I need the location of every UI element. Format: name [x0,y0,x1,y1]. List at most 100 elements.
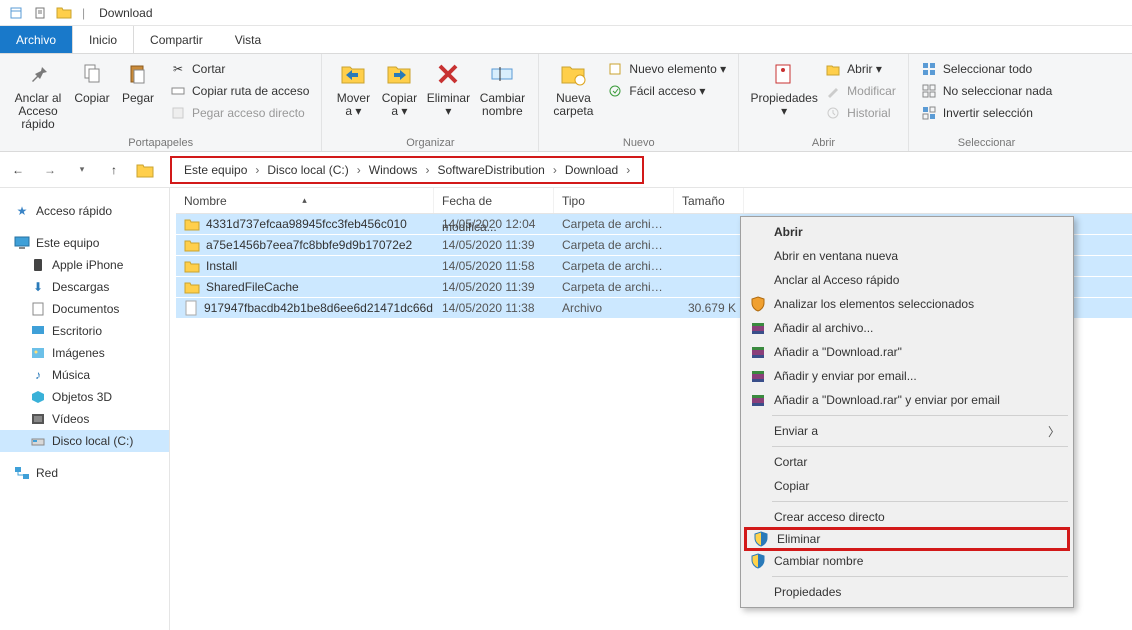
cell-name: SharedFileCache [176,279,434,295]
cm-pin-quick[interactable]: Anclar al Acceso rápido [744,268,1070,292]
chevron-right-icon[interactable]: › [353,163,365,177]
chevron-right-icon: 〉 [1048,423,1060,440]
cm-delete[interactable]: Eliminar [744,527,1070,551]
sidebar-item-downloads[interactable]: ⬇Descargas [0,276,169,298]
tab-view[interactable]: Vista [219,26,277,53]
sidebar-item-3d[interactable]: Objetos 3D [0,386,169,408]
cell-date: 14/05/2020 11:39 [434,280,554,294]
col-name[interactable]: ▴Nombre [176,188,434,213]
crumb-windows[interactable]: Windows [365,163,422,177]
sidebar-item-images[interactable]: Imágenes [0,342,169,364]
cm-add-email[interactable]: Añadir y enviar por email... [744,364,1070,388]
sidebar-item-documents[interactable]: Documentos [0,298,169,320]
chevron-right-icon[interactable]: › [251,163,263,177]
properties-button[interactable]: Propiedades ▾ [747,58,821,118]
move-to-button[interactable]: Mover a ▾ [330,58,376,118]
crumb-sd[interactable]: SoftwareDistribution [433,163,548,177]
cut-button[interactable]: ✂Cortar [166,58,313,80]
col-date[interactable]: Fecha de modifica... [434,188,554,213]
tab-share[interactable]: Compartir [134,26,219,53]
tab-home[interactable]: Inicio [72,26,134,53]
sidebar-item-desktop[interactable]: Escritorio [0,320,169,342]
app-system-icon[interactable] [8,5,24,21]
winrar-icon [749,319,767,337]
crumb-thispc[interactable]: Este equipo [180,163,251,177]
chevron-right-icon[interactable]: › [421,163,433,177]
sidebar-item-iphone[interactable]: Apple iPhone [0,254,169,276]
sidebar-network[interactable]: Red [0,462,169,484]
open-group-label: Abrir [747,135,900,149]
copy-to-button[interactable]: Copiar a ▾ [376,58,422,118]
cm-open-new-window[interactable]: Abrir en ventana nueva [744,244,1070,268]
cm-copy[interactable]: Copiar [744,474,1070,498]
address-folder-icon[interactable] [136,162,154,178]
chevron-right-icon[interactable]: › [622,163,634,177]
new-folder-icon [559,60,587,88]
cm-analyze[interactable]: Analizar los elementos seleccionados [744,292,1070,316]
ribbon-tabs: Archivo Inicio Compartir Vista [0,26,1132,54]
select-all-button[interactable]: Seleccionar todo [917,58,1056,80]
rename-button[interactable]: Cambiar nombre [474,58,530,118]
cell-name: a75e1456b7eea7fc8bbfe9d9b17072e2 [176,237,434,253]
ribbon-group-new: Nueva carpeta Nuevo elemento ▾ Fácil acc… [539,54,739,151]
select-none-button[interactable]: No seleccionar nada [917,80,1056,102]
sidebar-quick-access[interactable]: ★Acceso rápido [0,200,169,222]
cm-separator [772,415,1068,416]
sidebar-item-videos[interactable]: Vídeos [0,408,169,430]
cm-properties[interactable]: Propiedades [744,580,1070,604]
nav-recent-dropdown[interactable]: ▾ [72,160,92,180]
downloads-icon: ⬇ [30,279,46,295]
cm-send-to[interactable]: Enviar a〉 [744,419,1070,443]
nav-sidebar: ★Acceso rápido Este equipo Apple iPhone … [0,188,170,630]
folder-icon [184,258,200,274]
title-bar: | Download [0,0,1132,26]
cm-add-archive[interactable]: Añadir al archivo... [744,316,1070,340]
qat-folder-icon[interactable] [56,5,72,21]
col-type[interactable]: Tipo [554,188,674,213]
cm-create-shortcut[interactable]: Crear acceso directo [744,505,1070,529]
crumb-c[interactable]: Disco local (C:) [263,163,352,177]
open-button[interactable]: Abrir ▾ [821,58,900,80]
pin-quick-access-button[interactable]: Anclar al Acceso rápido [8,58,68,131]
nav-up-button[interactable]: ↑ [104,160,124,180]
breadcrumb[interactable]: Este equipo› Disco local (C:)› Windows› … [170,156,644,184]
cm-add-download-rar-email[interactable]: Añadir a "Download.rar" y enviar por ema… [744,388,1070,412]
select-group-label: Seleccionar [917,135,1056,149]
cm-rename[interactable]: Cambiar nombre [744,549,1070,573]
delete-button[interactable]: Eliminar ▾ [422,58,474,118]
qat-properties-icon[interactable] [32,5,48,21]
crumb-download[interactable]: Download [561,163,622,177]
paste-icon [124,60,152,88]
tab-file[interactable]: Archivo [0,26,72,53]
cm-add-download-rar[interactable]: Añadir a "Download.rar" [744,340,1070,364]
new-item-icon [607,61,623,77]
history-button: Historial [821,102,900,124]
new-item-button[interactable]: Nuevo elemento ▾ [603,58,730,80]
winrar-icon [749,391,767,409]
winrar-icon [749,343,767,361]
invert-selection-button[interactable]: Invertir selección [917,102,1056,124]
shield-defender-icon [749,295,767,313]
sidebar-item-diskc[interactable]: Disco local (C:) [0,430,169,452]
cm-separator [772,446,1068,447]
cm-cut[interactable]: Cortar [744,450,1070,474]
paste-button[interactable]: Pegar [116,58,160,105]
nav-back-button[interactable]: ← [8,160,28,180]
chevron-right-icon[interactable]: › [549,163,561,177]
sidebar-item-music[interactable]: ♪Música [0,364,169,386]
cell-date: 14/05/2020 11:39 [434,238,554,252]
col-size[interactable]: Tamaño [674,188,744,213]
cell-type: Carpeta de archivos [554,217,674,231]
easy-access-button[interactable]: Fácil acceso ▾ [603,80,730,102]
shield-uac-icon [752,530,770,548]
copy-button[interactable]: Copiar [68,58,116,105]
copy-path-button[interactable]: Copiar ruta de acceso [166,80,313,102]
images-icon [30,345,46,361]
shield-uac-icon [749,552,767,570]
sidebar-this-pc[interactable]: Este equipo [0,232,169,254]
sort-caret-up-icon: ▴ [302,187,307,213]
videos-icon [30,411,46,427]
phone-icon [30,257,46,273]
new-folder-button[interactable]: Nueva carpeta [547,58,599,118]
cm-open[interactable]: Abrir [744,220,1070,244]
